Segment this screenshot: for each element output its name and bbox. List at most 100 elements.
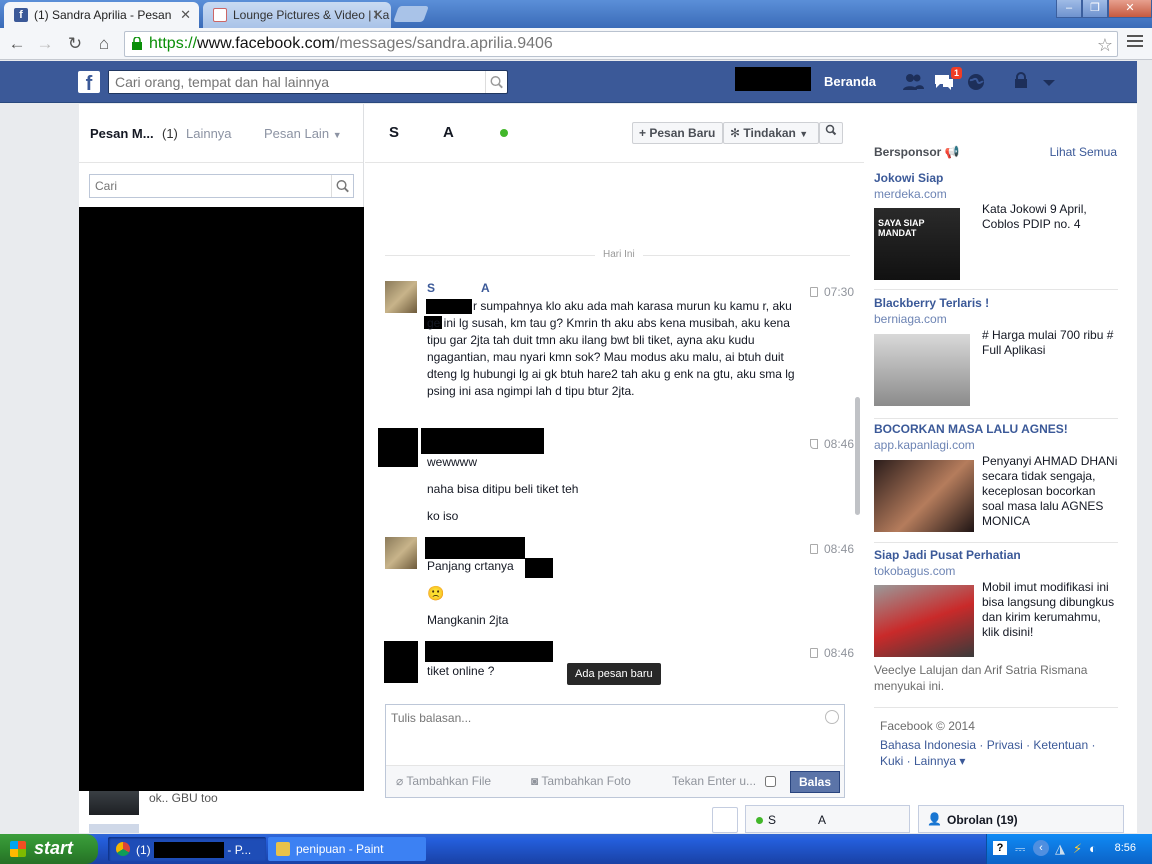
- actions-dropdown[interactable]: ✻ Tindakan ▼: [723, 122, 819, 144]
- chrome-icon: [116, 842, 130, 856]
- message-text: ko iso: [427, 509, 459, 523]
- usb-icon[interactable]: ⎓: [1015, 841, 1025, 857]
- gear-icon: ✻: [730, 126, 741, 140]
- scrollbar-thumb[interactable]: [855, 397, 860, 515]
- sender-avatar[interactable]: [384, 641, 418, 683]
- notifications-globe-icon[interactable]: [965, 72, 987, 92]
- search-icon[interactable]: [485, 71, 507, 93]
- inbox-title[interactable]: Pesan M...: [90, 126, 154, 141]
- thread-list-item[interactable]: ok.. GBU too: [79, 791, 364, 833]
- bookmark-star-icon[interactable]: ☆: [1097, 33, 1113, 57]
- divider: [874, 542, 1118, 543]
- facebook-logo-icon[interactable]: f: [78, 71, 100, 95]
- sponsored-ad[interactable]: Blackberry Terlaris ! berniaga.com # Har…: [874, 296, 1118, 419]
- see-all-link[interactable]: Lihat Semua: [1050, 145, 1117, 159]
- new-message-button[interactable]: + Pesan Baru: [632, 122, 723, 144]
- help-icon[interactable]: ?: [993, 841, 1007, 855]
- network-icon[interactable]: ◮: [1055, 841, 1065, 857]
- ad-title[interactable]: BOCORKAN MASA LALU AGNES!: [874, 422, 1118, 436]
- new-message-tooltip[interactable]: Ada pesan baru: [567, 663, 661, 685]
- emoticon-icon[interactable]: [825, 710, 839, 724]
- task-label: penipuan - Paint: [296, 842, 384, 856]
- volume-icon[interactable]: ◐: [1089, 841, 1097, 856]
- reply-input[interactable]: [386, 705, 844, 765]
- sender-avatar[interactable]: [378, 428, 418, 467]
- divider: [874, 418, 1118, 419]
- friend-requests-icon[interactable]: [902, 72, 924, 92]
- sponsored-column: Bersponsor 📢 Lihat Semua Jokowi Siap mer…: [865, 104, 1137, 833]
- sender-name[interactable]: SA: [427, 281, 490, 295]
- facebook-header: f Beranda 1: [0, 61, 1137, 103]
- sponsored-ad[interactable]: Jokowi Siap merdeka.com SAYA SIAP MANDAT…: [874, 171, 1118, 290]
- avatar: [89, 824, 139, 833]
- ad-image[interactable]: [874, 585, 974, 657]
- conversation-search-button[interactable]: [819, 122, 843, 144]
- taskbar-paint-window[interactable]: penipuan - Paint: [268, 837, 426, 861]
- show-hidden-icons-chevron-icon[interactable]: ‹: [1033, 840, 1049, 856]
- close-tab-icon[interactable]: ✕: [372, 7, 383, 23]
- press-enter-checkbox[interactable]: [765, 776, 776, 787]
- lock-icon: [132, 37, 142, 50]
- sponsored-ad[interactable]: Siap Jadi Pusat Perhatian tokobagus.com …: [874, 548, 1118, 657]
- message-time-label: 08:46: [823, 646, 854, 660]
- ad-image[interactable]: SAYA SIAP MANDAT: [874, 208, 960, 280]
- paint-icon: [276, 842, 290, 856]
- privacy-shortcuts-icon[interactable]: [1012, 72, 1034, 92]
- chat-icon: [809, 439, 818, 449]
- home-icon[interactable]: ⌂: [93, 33, 115, 55]
- back-arrow-icon[interactable]: ←: [6, 33, 28, 55]
- close-tab-icon[interactable]: ✕: [180, 7, 191, 23]
- reply-toolbar: ⌀ Tambahkan File ◙ Tambahkan Foto Tekan …: [386, 765, 844, 797]
- other-folder-link[interactable]: Lainnya: [186, 126, 232, 141]
- new-tab-button[interactable]: [393, 6, 429, 22]
- restore-window-button[interactable]: ❐: [1082, 0, 1108, 18]
- minimize-window-button[interactable]: –: [1056, 0, 1082, 18]
- start-button[interactable]: start: [0, 834, 98, 864]
- close-window-button[interactable]: ✕: [1108, 0, 1152, 18]
- add-photo-button[interactable]: ◙ Tambahkan Foto: [531, 774, 631, 788]
- message-time: 07:30: [809, 285, 854, 299]
- more-messages-dropdown[interactable]: Pesan Lain ▼: [264, 126, 342, 141]
- facebook-search-input[interactable]: [109, 71, 479, 93]
- reload-icon[interactable]: ↻: [64, 33, 86, 55]
- lounge-favicon-icon: [213, 8, 227, 22]
- chat-settings-globe-icon[interactable]: [712, 807, 738, 833]
- ad-image[interactable]: [874, 460, 974, 532]
- add-file-button[interactable]: ⌀ Tambahkan File: [396, 774, 491, 788]
- footer-links[interactable]: Bahasa Indonesia · Privasi · Ketentuan ·…: [880, 737, 1110, 769]
- social-context: Veeclye Lalujan dan Arif Satria Rismana …: [874, 663, 1088, 693]
- taskbar-chrome-window[interactable]: (1) - P...: [108, 837, 266, 861]
- sender-avatar[interactable]: [385, 537, 417, 569]
- taskbar-clock[interactable]: 8:56: [1115, 842, 1136, 854]
- facebook-search: [108, 70, 508, 94]
- chat-tab-name-mid: A: [818, 813, 827, 827]
- chat-sidebar-toggle[interactable]: 👤 Obrolan (19): [918, 805, 1124, 833]
- more-messages-label: Pesan Lain: [264, 126, 330, 141]
- chat-tab[interactable]: SA: [745, 805, 910, 833]
- tab-facebook-messages[interactable]: f (1) Sandra Aprilia - Pesan ✕: [4, 2, 199, 28]
- system-tray: ? ⎓ ‹ ◮ ⚡ ◐ 8:56: [986, 834, 1152, 864]
- sender-avatar[interactable]: [385, 281, 417, 313]
- url-path: /messages/sandra.aprilia.9406: [334, 35, 553, 52]
- online-status-dot: [756, 817, 763, 824]
- ad-image[interactable]: [874, 334, 970, 406]
- tab-lounge-pictures[interactable]: Lounge Pictures & Video | Ka ✕: [203, 2, 391, 28]
- conversation-title[interactable]: SA: [389, 124, 454, 141]
- frown-emoticon-icon: 🙁: [427, 585, 445, 601]
- forward-arrow-icon[interactable]: →: [34, 33, 56, 55]
- address-bar[interactable]: https://www.facebook.com/messages/sandra…: [124, 31, 1118, 57]
- message-text: Mangkanin 2jta: [427, 613, 509, 627]
- ad-title[interactable]: Jokowi Siap: [874, 171, 1118, 185]
- thread-search-input[interactable]: [90, 175, 330, 197]
- home-link[interactable]: Beranda: [824, 74, 876, 89]
- ad-title[interactable]: Siap Jadi Pusat Perhatian: [874, 548, 1118, 562]
- search-icon[interactable]: [331, 175, 353, 197]
- sponsored-ad[interactable]: BOCORKAN MASA LALU AGNES! app.kapanlagi.…: [874, 422, 1118, 543]
- browser-menu-icon[interactable]: [1127, 35, 1143, 51]
- antivirus-icon[interactable]: ⚡: [1073, 841, 1082, 857]
- ad-title[interactable]: Blackberry Terlaris !: [874, 296, 1118, 310]
- thread-list-header: Pesan M... (1) Lainnya Pesan Lain ▼: [79, 104, 363, 163]
- redacted-profile-name: [735, 67, 811, 91]
- reply-button[interactable]: Balas: [790, 771, 840, 793]
- account-menu-chevron-down-icon[interactable]: [1038, 72, 1060, 92]
